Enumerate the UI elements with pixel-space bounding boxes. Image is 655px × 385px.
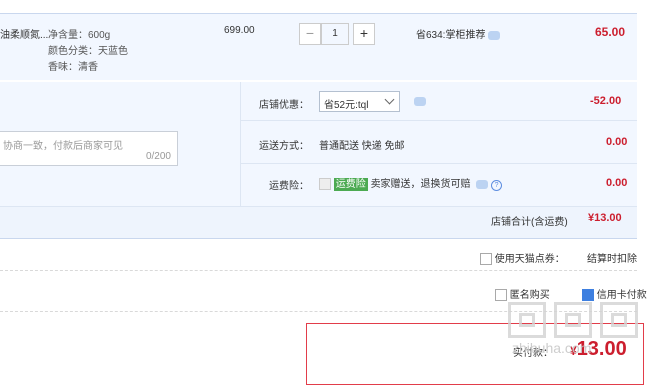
credit-card-checkbox[interactable] bbox=[582, 289, 594, 302]
quantity-decrease-button[interactable]: − bbox=[299, 23, 321, 45]
item-spec-weight: 净含量：600g bbox=[48, 30, 111, 41]
divider bbox=[0, 206, 637, 207]
insurance-label: 运费险： bbox=[269, 181, 309, 192]
insurance-checkbox bbox=[319, 178, 331, 191]
coupon-select[interactable]: 省52元:tql bbox=[319, 91, 400, 112]
settle-note: 结算时扣除 bbox=[587, 254, 637, 265]
tmall-points-option[interactable]: 使用天猫点券： bbox=[480, 250, 565, 266]
seller-memo-placeholder: 协商一致，付款后商家可见 bbox=[3, 141, 123, 152]
item-promo-text: 省634:掌柜推荐 bbox=[416, 30, 486, 41]
credit-card-option[interactable]: 信用卡付款 bbox=[582, 286, 647, 302]
anonymous-label: 匿名购买 bbox=[509, 290, 550, 301]
insurance-text: 卖家赠送，退换货可赔 bbox=[370, 179, 471, 190]
divider bbox=[240, 120, 637, 121]
dashed-divider bbox=[0, 270, 637, 271]
quantity-stepper: − 1 + bbox=[299, 23, 375, 45]
item-title[interactable]: 油柔顺氮... bbox=[0, 26, 48, 41]
tmall-points-label: 使用天猫点券： bbox=[494, 254, 565, 265]
seller-memo-counter: 0/200 bbox=[145, 151, 171, 162]
chat-icon[interactable] bbox=[414, 96, 426, 106]
divider bbox=[0, 238, 637, 239]
tmall-points-checkbox[interactable] bbox=[480, 253, 492, 266]
item-unit-price: 699.00 bbox=[224, 25, 255, 36]
quantity-input[interactable]: 1 bbox=[321, 23, 349, 45]
watermark-logo bbox=[508, 302, 643, 342]
watermark-block bbox=[600, 302, 638, 338]
shipping-amount: 0.00 bbox=[606, 136, 628, 148]
item-promo: 省634:掌柜推荐 bbox=[416, 26, 501, 41]
insurance-amount: 0.00 bbox=[606, 177, 628, 189]
shop-total-label: 店铺合计(含运费) bbox=[491, 217, 568, 228]
shop-total-amount: ¥13.00 bbox=[588, 212, 622, 224]
anonymous-option[interactable]: 匿名购买 bbox=[495, 286, 550, 302]
insurance-badge: 运费险 bbox=[333, 178, 368, 191]
item-spec-color: 颜色分类：天蓝色 bbox=[48, 46, 128, 57]
chat-icon[interactable] bbox=[476, 179, 489, 189]
shipping-method: 普通配送 快递 免邮 bbox=[319, 141, 405, 152]
quantity-increase-button[interactable]: + bbox=[353, 23, 375, 45]
seller-memo-field[interactable]: 协商一致，付款后商家可见 0/200 bbox=[0, 131, 178, 166]
chat-icon[interactable] bbox=[488, 30, 501, 40]
coupon-select-value: 省52元:tql bbox=[324, 100, 369, 111]
item-spec-scent: 香味：清香 bbox=[48, 62, 98, 73]
divider bbox=[240, 163, 637, 164]
anonymous-checkbox[interactable] bbox=[495, 289, 507, 302]
coupon-amount: -52.00 bbox=[590, 95, 622, 107]
credit-card-label: 信用卡付款 bbox=[596, 290, 647, 301]
chevron-down-icon bbox=[384, 94, 395, 105]
watermark-block bbox=[554, 302, 592, 338]
insurance-info: 运费险 卖家赠送，退换货可赔 ? bbox=[319, 175, 503, 191]
coupon-chat bbox=[411, 96, 426, 107]
watermark-block bbox=[508, 302, 546, 338]
watermark-text: zhibuha.com bbox=[512, 340, 592, 356]
coupon-label: 店铺优惠： bbox=[259, 100, 309, 111]
column-divider bbox=[240, 82, 241, 206]
item-subtotal: 65.00 bbox=[595, 25, 626, 39]
help-icon[interactable]: ? bbox=[491, 180, 503, 191]
shipping-label: 运送方式： bbox=[259, 141, 309, 152]
